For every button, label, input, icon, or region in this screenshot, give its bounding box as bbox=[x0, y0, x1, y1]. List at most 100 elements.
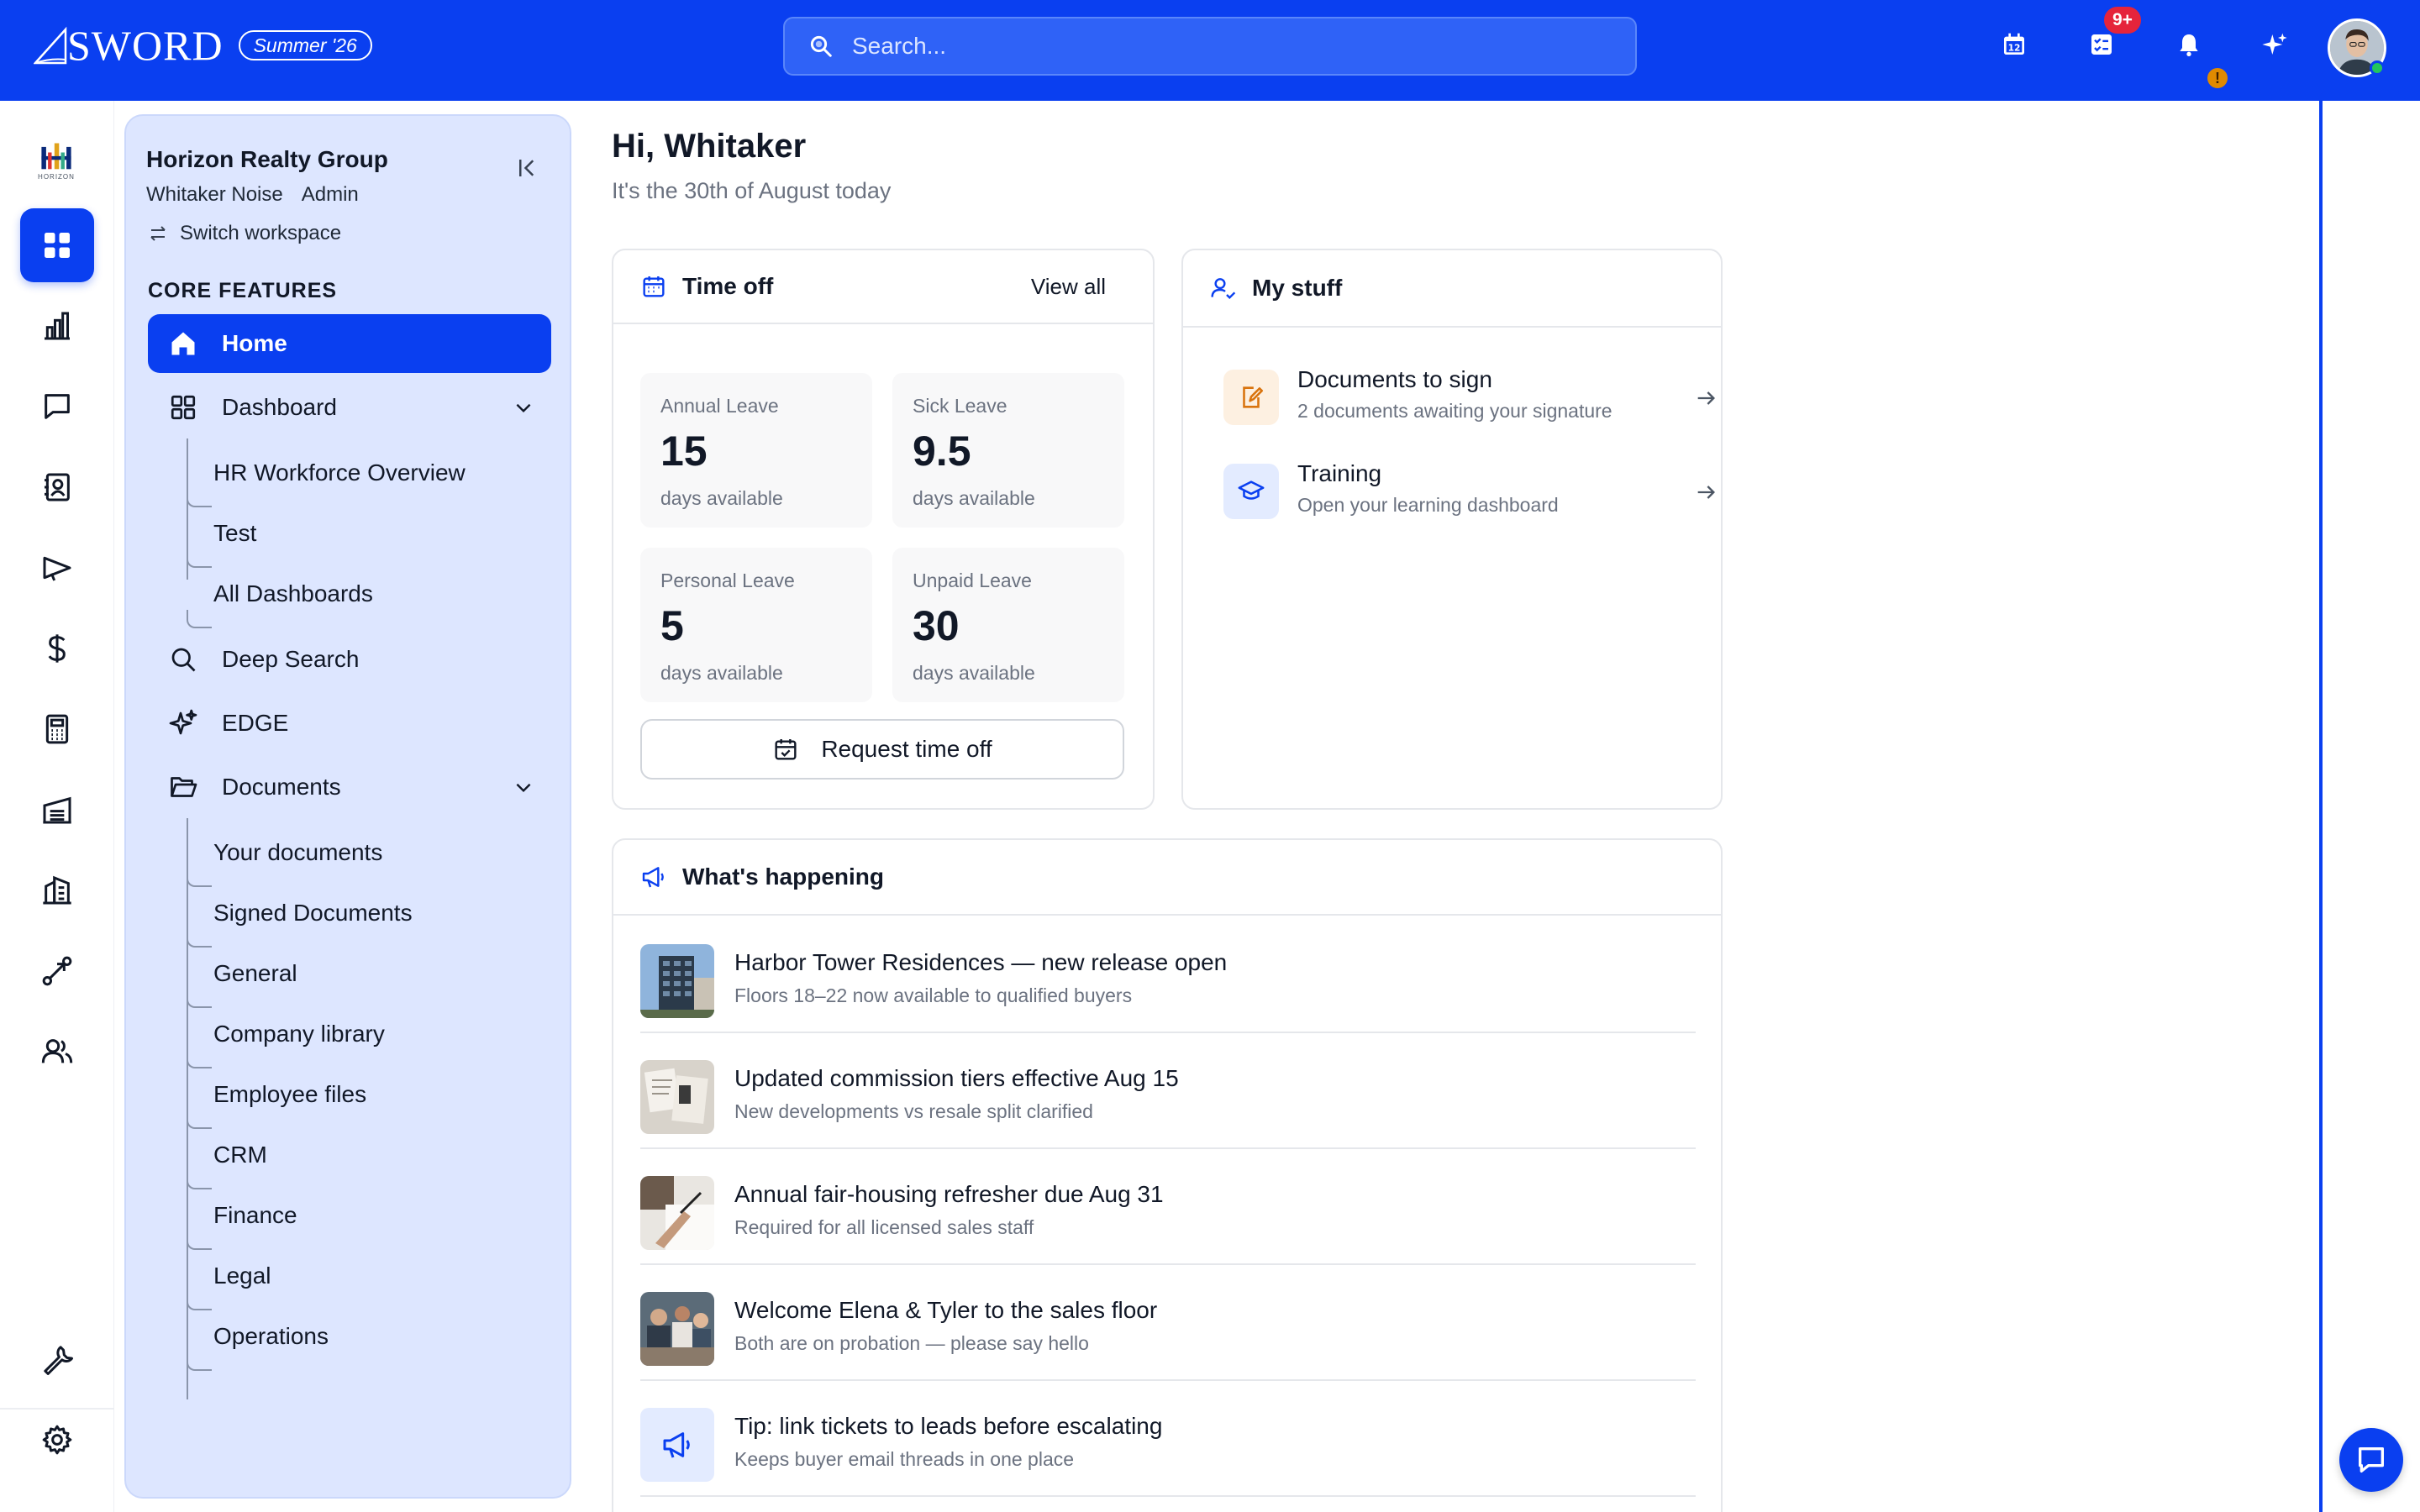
release-badge: Summer '26 bbox=[238, 30, 372, 60]
documents-to-sign-title: Documents to sign bbox=[1297, 366, 1492, 392]
search-input[interactable] bbox=[852, 33, 1591, 60]
news-item[interactable]: Welcome Elena & Tyler to the sales floor… bbox=[640, 1265, 1696, 1381]
notifications-button[interactable] bbox=[2173, 29, 2205, 60]
tree-elbow bbox=[187, 1050, 212, 1068]
user-check-icon bbox=[1211, 278, 1236, 300]
rail-warehouse[interactable] bbox=[20, 773, 94, 847]
checklist-icon bbox=[2091, 34, 2112, 55]
nav-edge[interactable]: EDGE bbox=[148, 694, 551, 753]
news-subtitle: New developments vs resale split clarifi… bbox=[734, 1100, 1093, 1122]
view-all-link[interactable]: View all bbox=[1031, 274, 1106, 300]
tree-elbow bbox=[187, 1110, 212, 1129]
rail-workflows[interactable] bbox=[20, 934, 94, 1008]
switch-workspace-label: Switch workspace bbox=[180, 222, 342, 244]
rail-calculator[interactable] bbox=[20, 692, 94, 766]
nav-documents-general[interactable]: General bbox=[213, 957, 297, 990]
tree-line bbox=[187, 818, 188, 1399]
chat-support-button[interactable] bbox=[2339, 1428, 2403, 1492]
news-item[interactable]: Annual fair-housing refresher due Aug 31… bbox=[640, 1149, 1696, 1265]
rail-finance[interactable] bbox=[20, 612, 94, 685]
leave-balance-value: 5 bbox=[660, 602, 684, 649]
edit-document-icon bbox=[1243, 386, 1264, 408]
calendar-button[interactable]: 12 bbox=[1998, 29, 2030, 60]
nav-documents-operations[interactable]: Operations bbox=[213, 1320, 329, 1353]
nav-documents-label: Documents bbox=[222, 774, 341, 800]
dashboard-grid-icon bbox=[171, 395, 196, 420]
company-logo[interactable]: HORIZON bbox=[27, 131, 86, 190]
rail-directory[interactable] bbox=[20, 450, 94, 524]
greeting-heading: Hi, Whitaker bbox=[612, 128, 807, 165]
documents-to-sign-row[interactable]: Documents to sign 2 documents awaiting y… bbox=[1223, 365, 1715, 432]
contact-book-icon bbox=[45, 473, 70, 501]
news-item[interactable]: Updated commission tiers effective Aug 1… bbox=[640, 1033, 1696, 1149]
rail-properties[interactable] bbox=[20, 853, 94, 927]
nav-documents-signed[interactable]: Signed Documents bbox=[213, 896, 413, 930]
rail-analytics[interactable] bbox=[20, 289, 94, 363]
news-item[interactable]: Harbor Tower Residences — new release op… bbox=[640, 917, 1696, 1033]
users-icon bbox=[41, 1039, 73, 1063]
tower-photo-thumb bbox=[640, 944, 714, 1018]
leave-type-label: Annual Leave bbox=[660, 395, 779, 417]
rail-tools[interactable] bbox=[20, 1322, 94, 1396]
training-row[interactable]: Training Open your learning dashboard bbox=[1223, 459, 1715, 526]
request-time-off-button[interactable]: Request time off bbox=[640, 719, 1124, 780]
sparkle-icon bbox=[2262, 33, 2287, 55]
rail-home[interactable] bbox=[20, 208, 94, 282]
calendar-icon bbox=[643, 276, 665, 297]
user-name: Whitaker Noise bbox=[146, 183, 283, 206]
folder-open-icon bbox=[171, 777, 197, 797]
nav-home[interactable]: Home bbox=[148, 314, 551, 373]
rail-settings[interactable] bbox=[20, 1403, 94, 1477]
switch-workspace-link[interactable]: Switch workspace bbox=[148, 222, 341, 245]
collapse-sidebar-button[interactable] bbox=[513, 153, 543, 183]
nav-deep-search-label: Deep Search bbox=[222, 646, 360, 672]
leave-unit-label: days available bbox=[913, 487, 1035, 509]
leave-unit-label: days available bbox=[660, 487, 783, 509]
rail-campaigns[interactable] bbox=[20, 531, 94, 605]
tree-elbow bbox=[187, 869, 212, 887]
search-icon bbox=[810, 35, 832, 57]
whats-happening-header: What's happening bbox=[613, 840, 1721, 916]
arrow-right-icon bbox=[1697, 391, 1715, 405]
search-icon bbox=[171, 648, 196, 672]
nav-documents[interactable]: Documents bbox=[148, 758, 551, 816]
megaphone-icon bbox=[43, 556, 71, 581]
leave-tile-unpaid: Unpaid Leave 30 days available bbox=[892, 548, 1124, 702]
nav-documents-crm[interactable]: CRM bbox=[213, 1138, 267, 1172]
nav-dashboard[interactable]: Dashboard bbox=[148, 378, 551, 437]
nav-documents-finance[interactable]: Finance bbox=[213, 1199, 297, 1232]
chevron-down-icon[interactable] bbox=[513, 396, 534, 418]
ai-assistant-button[interactable] bbox=[2259, 29, 2291, 60]
my-stuff-title: My stuff bbox=[1252, 275, 1343, 301]
nav-dashboard-hr-workforce[interactable]: HR Workforce Overview bbox=[213, 456, 466, 490]
my-stuff-header: My stuff bbox=[1183, 250, 1721, 328]
sign-document-icon-tile bbox=[1223, 370, 1279, 425]
rail-people[interactable] bbox=[20, 1015, 94, 1089]
nav-dashboard-all[interactable]: All Dashboards bbox=[213, 577, 373, 611]
graduation-cap-icon bbox=[1238, 480, 1265, 500]
nav-dashboard-test[interactable]: Test bbox=[213, 517, 256, 550]
my-stuff-card: My stuff Documents to sign 2 documents a… bbox=[1181, 249, 1723, 810]
leave-type-label: Unpaid Leave bbox=[913, 570, 1032, 591]
search-bar[interactable] bbox=[783, 17, 1637, 76]
wrench-icon bbox=[44, 1346, 73, 1375]
time-off-title: Time off bbox=[682, 273, 774, 299]
workspace-user: Whitaker Noise Admin bbox=[146, 183, 359, 207]
nav-documents-legal[interactable]: Legal bbox=[213, 1259, 271, 1293]
leave-balance-value: 15 bbox=[660, 428, 708, 475]
right-panel-divider[interactable] bbox=[2319, 101, 2323, 1512]
date-line: It's the 30th of August today bbox=[612, 178, 892, 203]
nav-documents-company-library[interactable]: Company library bbox=[213, 1017, 385, 1051]
news-item[interactable]: Tip: link tickets to leads before escala… bbox=[640, 1381, 1696, 1497]
nav-dashboard-label: Dashboard bbox=[222, 394, 337, 420]
nav-documents-employee-files[interactable]: Employee files bbox=[213, 1078, 366, 1111]
brand[interactable]: SWORD Summer '26 bbox=[34, 22, 372, 69]
user-role: Admin bbox=[301, 183, 359, 206]
nav-documents-yours[interactable]: Your documents bbox=[213, 836, 382, 869]
chevron-down-icon[interactable] bbox=[513, 776, 534, 798]
sparkle-icon bbox=[169, 709, 197, 735]
brand-name: SWORD bbox=[67, 22, 224, 69]
rail-messages[interactable] bbox=[20, 370, 94, 444]
tree-elbow bbox=[187, 610, 212, 628]
nav-deep-search[interactable]: Deep Search bbox=[148, 630, 551, 689]
